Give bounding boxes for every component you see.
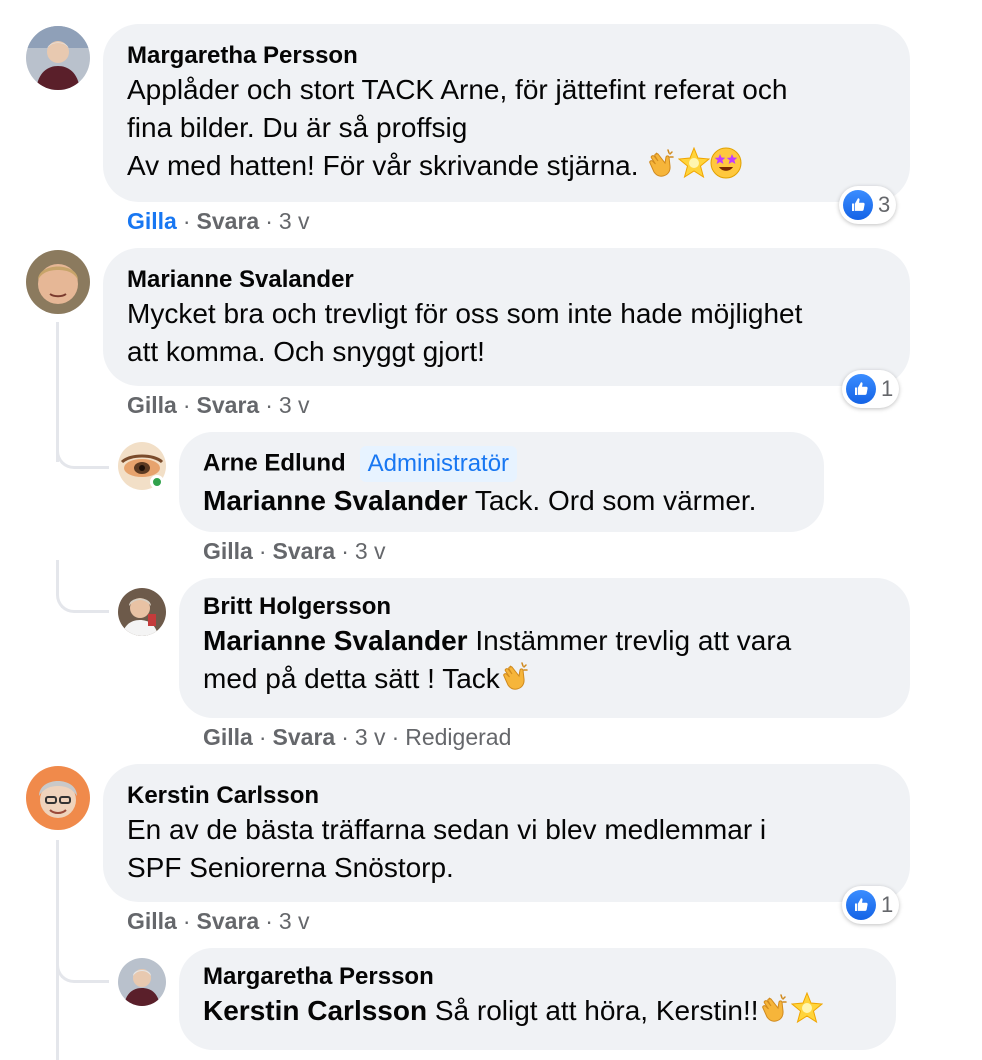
comment-line: Av med hatten! För vår skrivande stjärna…	[127, 147, 886, 185]
comment-actions: Gilla · Svara · 3 v	[127, 208, 310, 234]
reply-text: Tack. Ord som värmer.	[467, 485, 757, 516]
comment-line: Marianne Svalander Instämmer trevlig att…	[203, 622, 886, 660]
reply-bubble: Britt Holgersson Marianne Svalander Inst…	[179, 578, 910, 718]
comment-line: med på detta sätt ! Tack	[203, 660, 886, 698]
comment-line: fina bilder. Du är så proffsig	[127, 112, 468, 143]
reaction-count-badge[interactable]: 3	[839, 186, 897, 224]
comment-line-text: Av med hatten! För vår skrivande stjärna…	[127, 150, 639, 181]
reply-bubble: Margaretha Persson Kerstin Carlsson Så r…	[179, 948, 896, 1050]
glowing-star-emoji	[678, 147, 710, 179]
like-icon	[846, 890, 876, 920]
reply-author[interactable]: Margaretha Persson	[203, 962, 872, 992]
comment-text: Marianne Svalander Tack. Ord som värmer.	[203, 482, 800, 520]
like-button[interactable]: Gilla	[203, 724, 253, 750]
mention-link[interactable]: Kerstin Carlsson	[203, 995, 427, 1026]
comment-line: SPF Seniorerna Snöstorp.	[127, 852, 454, 883]
like-button[interactable]: Gilla	[127, 908, 177, 934]
edited-label[interactable]: Redigerad	[405, 724, 511, 750]
like-button[interactable]: Gilla	[203, 538, 253, 564]
timestamp[interactable]: 3 v	[279, 208, 310, 234]
glowing-star-emoji	[791, 992, 823, 1024]
reaction-count: 1	[881, 376, 894, 401]
comment-bubble: Margaretha Persson Applåder och stort TA…	[103, 24, 910, 202]
avatar[interactable]	[26, 250, 90, 314]
reply-author[interactable]: Arne Edlund	[203, 449, 346, 476]
reaction-count-badge[interactable]: 1	[842, 370, 900, 408]
comment-actions: Gilla · Svara · 3 v	[127, 908, 310, 934]
comment-author[interactable]: Kerstin Carlsson	[127, 781, 886, 811]
comment-line: Applåder och stort TACK Arne, för jättef…	[127, 74, 788, 105]
reaction-count: 1	[881, 892, 894, 917]
thread-connector	[56, 560, 109, 613]
comment-text: Mycket bra och trevligt för oss som inte…	[127, 295, 886, 371]
comment-bubble: Kerstin Carlsson En av de bästa träffarn…	[103, 764, 910, 902]
clapping-hands-emoji	[646, 147, 678, 179]
reply-author[interactable]: Britt Holgersson	[203, 592, 886, 622]
reply-button[interactable]: Svara	[273, 724, 336, 750]
comment-author[interactable]: Marianne Svalander	[127, 265, 886, 295]
reply-text: med på detta sätt ! Tack	[203, 663, 500, 694]
avatar[interactable]	[118, 588, 166, 636]
admin-badge[interactable]: Administratör	[359, 446, 518, 482]
avatar[interactable]	[26, 766, 90, 830]
comment-actions: Gilla · Svara · 3 v · Redigerad	[203, 724, 512, 750]
reply-text: Så roligt att höra, Kerstin!!	[427, 995, 759, 1026]
comment-line: En av de bästa träffarna sedan vi blev m…	[127, 814, 767, 845]
reply-text: Instämmer trevlig att vara	[467, 625, 792, 656]
like-button[interactable]: Gilla	[127, 208, 177, 234]
comment-actions: Gilla · Svara · 3 v	[127, 392, 310, 418]
reply-button[interactable]: Svara	[273, 538, 336, 564]
avatar[interactable]	[26, 26, 90, 90]
comment-text: Marianne Svalander Instämmer trevlig att…	[203, 622, 886, 698]
star-struck-emoji	[710, 147, 742, 179]
comment-text: Kerstin Carlsson Så roligt att höra, Ker…	[203, 992, 872, 1030]
online-status-icon	[150, 475, 164, 489]
timestamp[interactable]: 3 v	[279, 392, 310, 418]
comment-text: Applåder och stort TACK Arne, för jättef…	[127, 71, 886, 185]
comment-author: Arne Edlund Administratör	[203, 446, 800, 482]
reply-bubble: Arne Edlund Administratör Marianne Svalan…	[179, 432, 824, 532]
thread-connector	[56, 940, 109, 983]
comment-author[interactable]: Margaretha Persson	[127, 41, 886, 71]
comment-actions: Gilla · Svara · 3 v	[203, 538, 386, 564]
comment-line: att komma. Och snyggt gjort!	[127, 336, 485, 367]
timestamp[interactable]: 3 v	[279, 908, 310, 934]
reaction-count-badge[interactable]: 1	[842, 886, 900, 924]
comment-bubble: Marianne Svalander Mycket bra och trevli…	[103, 248, 910, 386]
thread-connector	[56, 430, 109, 469]
timestamp[interactable]: 3 v	[355, 724, 386, 750]
reply-button[interactable]: Svara	[197, 208, 260, 234]
like-icon	[843, 190, 873, 220]
mention-link[interactable]: Marianne Svalander	[203, 625, 468, 656]
timestamp[interactable]: 3 v	[355, 538, 386, 564]
comment-line: Mycket bra och trevligt för oss som inte…	[127, 298, 803, 329]
reply-button[interactable]: Svara	[197, 908, 260, 934]
reaction-count: 3	[878, 192, 891, 217]
mention-link[interactable]: Marianne Svalander	[203, 485, 468, 516]
clapping-hands-emoji	[759, 992, 791, 1024]
like-button[interactable]: Gilla	[127, 392, 177, 418]
like-icon	[846, 374, 876, 404]
reply-button[interactable]: Svara	[197, 392, 260, 418]
comment-text: En av de bästa träffarna sedan vi blev m…	[127, 811, 886, 887]
clapping-hands-emoji	[500, 660, 532, 692]
avatar[interactable]	[118, 958, 166, 1006]
